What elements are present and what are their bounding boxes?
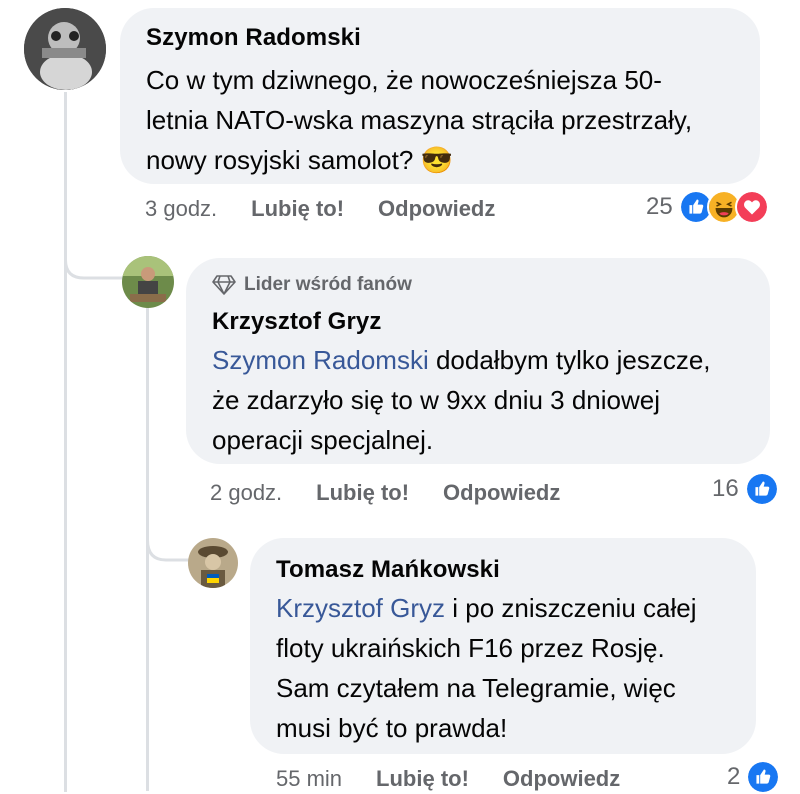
comment-time[interactable]: 3 godz.: [145, 196, 217, 222]
thread-connector-1: [64, 230, 124, 280]
thread-line-main: [64, 92, 67, 792]
comment-text-line: Co w tym dziwnego, że nowocześniejsza 50…: [146, 65, 662, 95]
comment-text-line: Krzysztof Gryz i po zniszczeniu całej: [276, 593, 697, 623]
comment-text: Krzysztof Gryz i po zniszczeniu całej fl…: [276, 588, 756, 748]
comment-text-line: letnia NATO-wska maszyna strąciła przest…: [146, 105, 693, 135]
reaction-summary[interactable]: 2: [727, 760, 781, 794]
diamond-icon: [212, 275, 236, 295]
comment-author[interactable]: Tomasz Mańkowski: [276, 556, 500, 584]
comment-bubble[interactable]: Lider wśród fanów Krzysztof Gryz Szymon …: [186, 258, 770, 464]
comment-author[interactable]: Krzysztof Gryz: [212, 308, 381, 336]
comment-bubble[interactable]: Szymon Radomski Co w tym dziwnego, że no…: [120, 8, 760, 184]
like-button[interactable]: Lubię to!: [316, 480, 409, 506]
comment-time[interactable]: 55 min: [276, 766, 342, 792]
reaction-count: 2: [727, 763, 741, 790]
comment-bubble[interactable]: Tomasz Mańkowski Krzysztof Gryz i po zni…: [250, 538, 756, 754]
comment-text-line: Szymon Radomski dodałbym tylko jeszcze,: [212, 345, 711, 375]
top-fan-badge: Lider wśród fanów: [212, 274, 412, 296]
reaction-summary[interactable]: 16: [712, 472, 779, 506]
comment-meta: 2 godz. Lubię to! Odpowiedz: [210, 480, 560, 506]
avatar-tomasz[interactable]: [188, 538, 238, 588]
like-icon: [746, 760, 781, 794]
like-icon: [744, 472, 779, 506]
comment-text-line: operacji specjalnej.: [212, 425, 434, 455]
avatar-krzysztof[interactable]: [122, 256, 174, 308]
love-icon: [734, 190, 769, 224]
comment-author[interactable]: Szymon Radomski: [146, 24, 361, 52]
reaction-count: 25: [646, 193, 673, 220]
like-button[interactable]: Lubię to!: [251, 196, 344, 222]
reply-button[interactable]: Odpowiedz: [443, 480, 560, 506]
comment-text-line: musi być to prawda!: [276, 713, 508, 743]
reaction-count: 16: [712, 475, 739, 502]
avatar-szymon[interactable]: [24, 8, 106, 90]
reply-button[interactable]: Odpowiedz: [503, 766, 620, 792]
comment-text-line: nowy rosyjski samolot? 😎: [146, 145, 453, 175]
comment-text-line: Sam czytałem na Telegramie, więc: [276, 673, 676, 703]
comment-text-line: floty ukraińskich F16 przez Rosję.: [276, 633, 665, 663]
comment-text-line: że zdarzyło się to w 9xx dniu 3 dniowej: [212, 385, 661, 415]
sunglasses-emoji-icon: 😎: [420, 145, 453, 175]
comment-meta: 55 min Lubię to! Odpowiedz: [276, 766, 620, 792]
mention-link[interactable]: Szymon Radomski: [212, 345, 429, 375]
comment-text: Szymon Radomski dodałbym tylko jeszcze, …: [212, 340, 772, 460]
mention-link[interactable]: Krzysztof Gryz: [276, 593, 445, 623]
reaction-summary[interactable]: 25: [646, 190, 769, 224]
like-button[interactable]: Lubię to!: [376, 766, 469, 792]
comment-text: Co w tym dziwnego, że nowocześniejsza 50…: [146, 60, 756, 180]
comment-time[interactable]: 2 godz.: [210, 480, 282, 506]
badge-label: Lider wśród fanów: [244, 274, 412, 295]
comment-meta: 3 godz. Lubię to! Odpowiedz: [145, 196, 495, 222]
reply-button[interactable]: Odpowiedz: [378, 196, 495, 222]
